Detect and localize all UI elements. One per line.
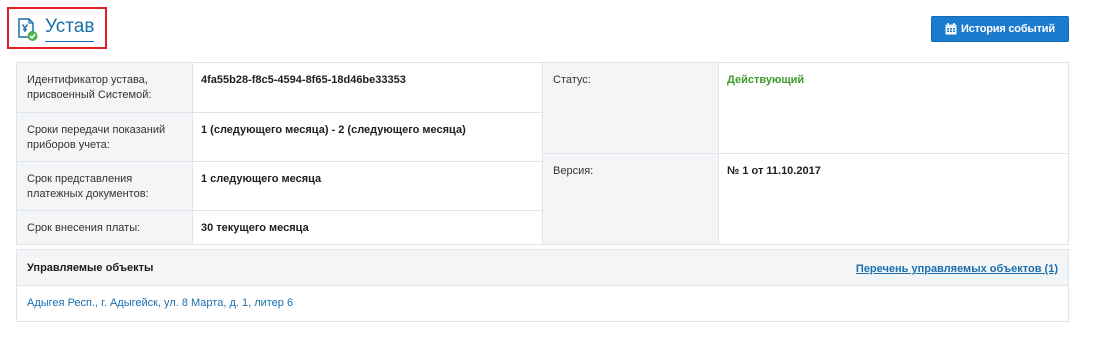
row-divider xyxy=(17,112,542,113)
version-label: Версия: xyxy=(543,154,718,244)
meter-period-value: 1 (следующего месяца) - 2 (следующего ме… xyxy=(192,113,542,161)
calendar-icon xyxy=(945,23,957,35)
row-divider xyxy=(17,161,542,162)
column-divider xyxy=(192,63,193,244)
charter-id-label: Идентификатор устава, присвоенный Систем… xyxy=(17,63,192,112)
charter-id-value: 4fa55b28-f8c5-4594-8f65-18d46be33353 xyxy=(192,63,542,112)
payment-docs-label: Срок представления платежных документов: xyxy=(17,162,192,210)
status-label: Статус: xyxy=(543,63,718,153)
row-divider xyxy=(17,210,542,211)
meter-period-label: Сроки передачи показаний приборов учета: xyxy=(17,113,192,161)
history-button-label: История событий xyxy=(961,23,1055,35)
payment-due-value: 30 текущего месяца xyxy=(192,211,542,244)
payment-due-label: Срок внесения платы: xyxy=(17,211,192,244)
page-title-highlight: Устав xyxy=(7,7,107,49)
history-button[interactable]: История событий xyxy=(931,16,1069,42)
managed-objects-title: Управляемые объекты xyxy=(27,262,154,274)
version-value: № 1 от 11.10.2017 xyxy=(718,154,1068,244)
column-divider xyxy=(718,63,719,244)
column-divider xyxy=(542,63,543,244)
page-title: Устав xyxy=(45,16,95,42)
payment-docs-value: 1 следующего месяца xyxy=(192,162,542,210)
document-check-icon xyxy=(18,18,38,41)
managed-objects-header: Управляемые объекты Перечень управляемых… xyxy=(17,250,1068,286)
managed-objects-list-link[interactable]: Перечень управляемых объектов (1) xyxy=(856,263,1058,275)
charter-details: Идентификатор устава, присвоенный Систем… xyxy=(16,62,1069,245)
row-divider xyxy=(543,153,1068,154)
managed-objects-panel: Управляемые объекты Перечень управляемых… xyxy=(16,249,1069,322)
managed-object-link[interactable]: Адыгея Респ., г. Адыгейск, ул. 8 Марта, … xyxy=(27,297,293,309)
status-value: Действующий xyxy=(718,63,1068,153)
